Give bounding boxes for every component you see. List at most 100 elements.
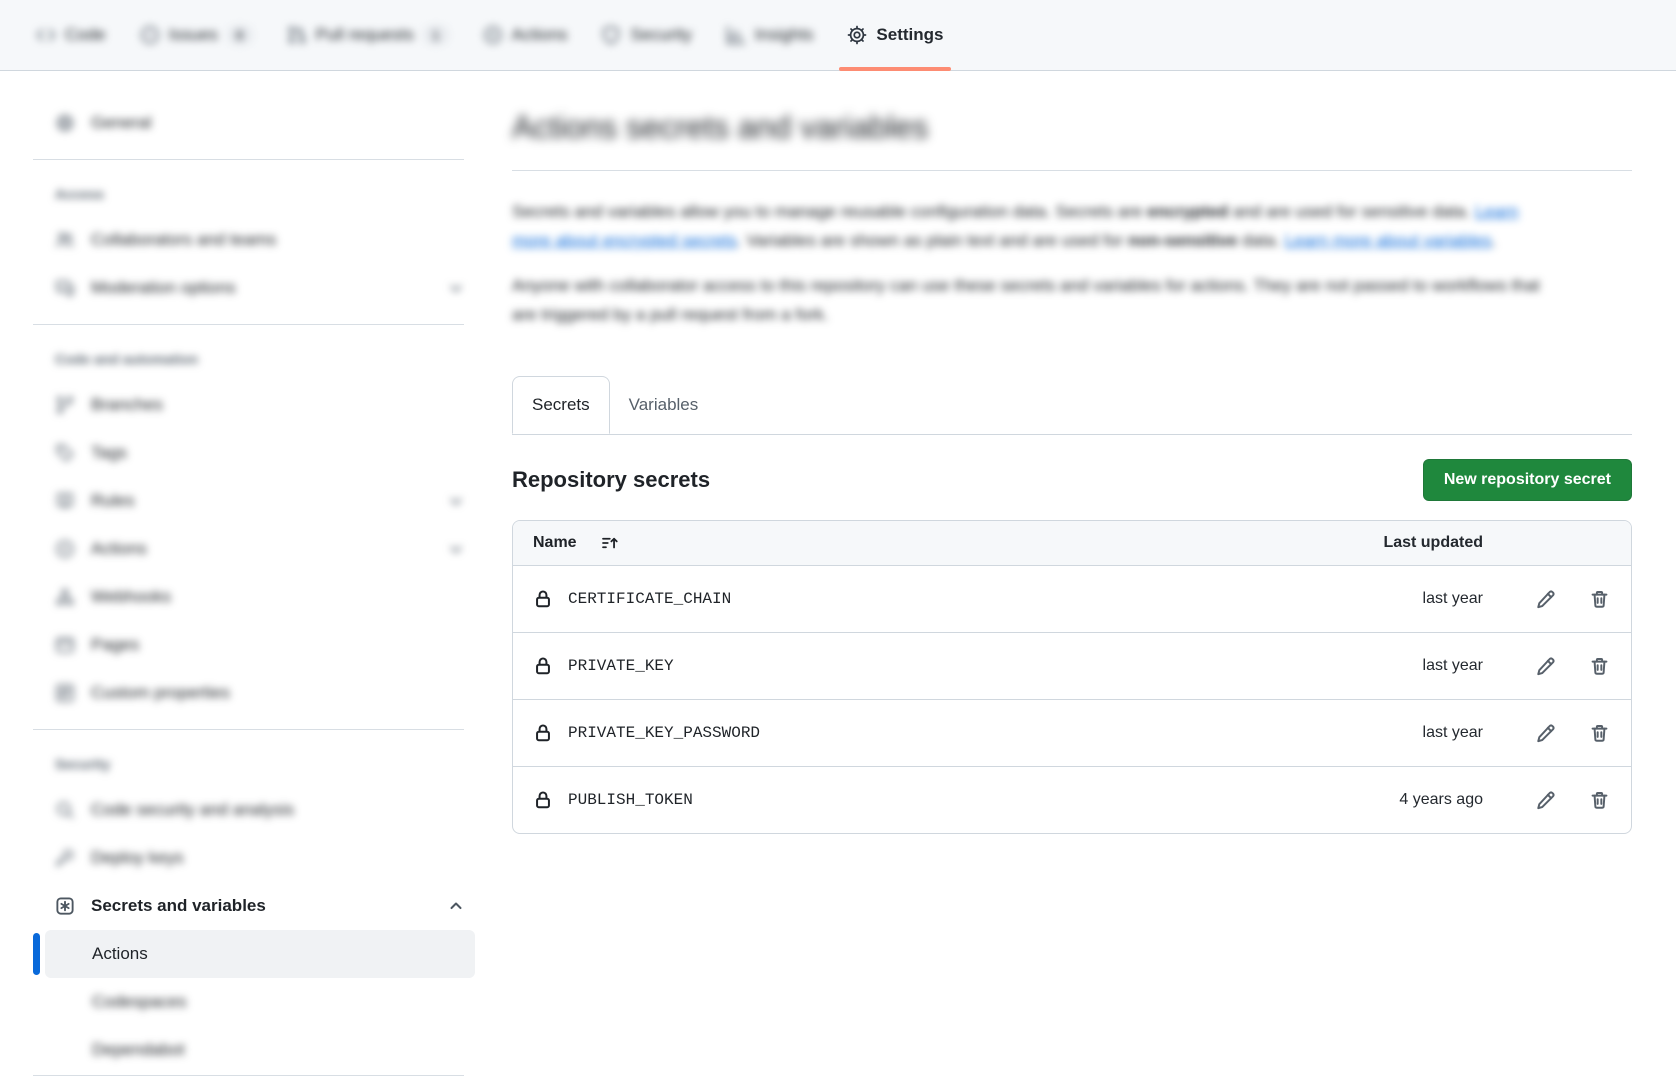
sidebar-item-label: Actions: [92, 944, 148, 964]
nav-tab-code[interactable]: Code: [22, 0, 120, 70]
secret-name: PRIVATE_KEY_PASSWORD: [568, 724, 760, 742]
secret-name: CERTIFICATE_CHAIN: [568, 590, 731, 608]
sidebar-item-label: Code security and analysis: [91, 800, 294, 820]
shield-icon: [601, 25, 621, 45]
rules-icon: [55, 491, 75, 511]
codescan-icon: [55, 800, 75, 820]
chevron-down-icon: [447, 540, 465, 558]
pencil-icon: [1535, 656, 1556, 677]
sidebar-item-label: Webhooks: [91, 587, 171, 607]
lock-icon: [533, 656, 553, 676]
lock-icon: [533, 723, 553, 743]
sidebar-item-webhooks[interactable]: Webhooks: [45, 573, 475, 621]
nav-tab-label: Issues: [169, 25, 218, 45]
secret-last-updated: 4 years ago: [1343, 791, 1483, 809]
nav-tab-label: Code: [65, 25, 106, 45]
tab-variables[interactable]: Variables: [610, 376, 718, 434]
sidebar-item-label: Moderation options: [91, 278, 236, 298]
sidebar-item-label: Actions: [91, 539, 147, 559]
webhook-icon: [55, 587, 75, 607]
secrets-variables-tabnav: Secrets Variables: [512, 376, 1632, 435]
people-icon: [55, 230, 75, 250]
sidebar-item-actions[interactable]: Actions: [45, 525, 475, 573]
nav-tab-pull-requests[interactable]: Pull requests 1: [273, 0, 463, 70]
sidebar-item-secrets-and-variables[interactable]: Secrets and variables: [45, 882, 475, 930]
table-row: PRIVATE_KEY_PASSWORD last year: [513, 699, 1631, 766]
nav-tab-label: Pull requests: [316, 25, 414, 45]
lock-icon: [533, 790, 553, 810]
delete-secret-button[interactable]: [1587, 788, 1611, 812]
sidebar-item-rules[interactable]: Rules: [45, 477, 475, 525]
play-circle-icon: [55, 539, 75, 559]
sidebar-subitem-dependabot[interactable]: Dependabot: [45, 1026, 475, 1074]
edit-secret-button[interactable]: [1533, 788, 1557, 812]
git-branch-icon: [55, 395, 75, 415]
nav-tab-insights[interactable]: Insights: [712, 0, 828, 70]
sidebar-section-security: Security: [33, 742, 478, 786]
trash-icon: [1589, 790, 1610, 811]
edit-secret-button[interactable]: [1533, 654, 1557, 678]
repository-secrets-table: Name Last updated CERTIFICATE_CHAIN last…: [512, 520, 1632, 834]
trash-icon: [1589, 656, 1610, 677]
pencil-icon: [1535, 790, 1556, 811]
repository-secrets-heading: Repository secrets: [512, 467, 710, 493]
sidebar-section-access: Access: [33, 172, 478, 216]
nav-tab-settings[interactable]: Settings: [833, 0, 957, 70]
table-row: CERTIFICATE_CHAIN last year: [513, 565, 1631, 632]
sort-ascending-icon: [601, 534, 619, 552]
repo-tab-nav: Code Issues 8 Pull requests 1 Actions Se…: [0, 0, 1676, 71]
secret-name: PRIVATE_KEY: [568, 657, 674, 675]
settings-sidebar: General Access Collaborators and teams M…: [0, 71, 478, 1074]
edit-secret-button[interactable]: [1533, 721, 1557, 745]
pencil-icon: [1535, 589, 1556, 610]
main-content: Actions secrets and variables Secrets an…: [478, 71, 1676, 1074]
delete-secret-button[interactable]: [1587, 654, 1611, 678]
sidebar-item-deploy-keys[interactable]: Deploy keys: [45, 834, 475, 882]
sidebar-item-pages[interactable]: Pages: [45, 621, 475, 669]
sidebar-item-label: Dependabot: [92, 1040, 185, 1060]
sidebar-item-label: Custom properties: [91, 683, 230, 703]
nav-tab-label: Settings: [876, 25, 943, 45]
sidebar-divider: [33, 324, 464, 325]
play-circle-icon: [483, 25, 503, 45]
square-asterisk-icon: [55, 896, 75, 916]
nav-tab-label: Security: [630, 25, 691, 45]
column-header-name[interactable]: Name: [533, 534, 577, 552]
table-header: Name Last updated: [513, 521, 1631, 565]
sidebar-item-code-security[interactable]: Code security and analysis: [45, 786, 475, 834]
tag-icon: [55, 443, 75, 463]
sidebar-item-custom-properties[interactable]: Custom properties: [45, 669, 475, 717]
nav-tab-issues[interactable]: Issues 8: [126, 0, 267, 70]
delete-secret-button[interactable]: [1587, 721, 1611, 745]
issues-count-badge: 8: [227, 25, 253, 45]
nav-tab-actions[interactable]: Actions: [469, 0, 582, 70]
browser-icon: [55, 635, 75, 655]
sidebar-item-label: General: [91, 113, 151, 133]
sidebar-item-label: Rules: [91, 491, 134, 511]
graph-icon: [726, 25, 746, 45]
table-row: PUBLISH_TOKEN 4 years ago: [513, 766, 1631, 833]
secret-last-updated: last year: [1343, 724, 1483, 742]
gear-icon: [55, 113, 75, 133]
page-title: Actions secrets and variables: [512, 105, 1632, 150]
sidebar-item-collaborators[interactable]: Collaborators and teams: [45, 216, 475, 264]
edit-secret-button[interactable]: [1533, 587, 1557, 611]
chevron-up-icon: [447, 897, 465, 915]
intro-paragraph-2: Anyone with collaborator access to this …: [512, 271, 1557, 329]
nav-tab-security[interactable]: Security: [587, 0, 705, 70]
sidebar-item-tags[interactable]: Tags: [45, 429, 475, 477]
sidebar-item-branches[interactable]: Branches: [45, 381, 475, 429]
delete-secret-button[interactable]: [1587, 587, 1611, 611]
tab-secrets[interactable]: Secrets: [512, 376, 610, 434]
sidebar-subitem-actions[interactable]: Actions: [45, 930, 475, 978]
sidebar-subitem-codespaces[interactable]: Codespaces: [45, 978, 475, 1026]
new-repository-secret-button[interactable]: New repository secret: [1423, 459, 1632, 501]
sidebar-item-label: Pages: [91, 635, 139, 655]
pencil-icon: [1535, 723, 1556, 744]
sidebar-item-moderation-options[interactable]: Moderation options: [45, 264, 475, 312]
nav-tab-label: Insights: [755, 25, 814, 45]
link-variables[interactable]: Learn more about variables: [1285, 231, 1492, 250]
note-icon: [55, 683, 75, 703]
sidebar-item-general[interactable]: General: [45, 99, 475, 147]
sidebar-divider: [33, 729, 464, 730]
